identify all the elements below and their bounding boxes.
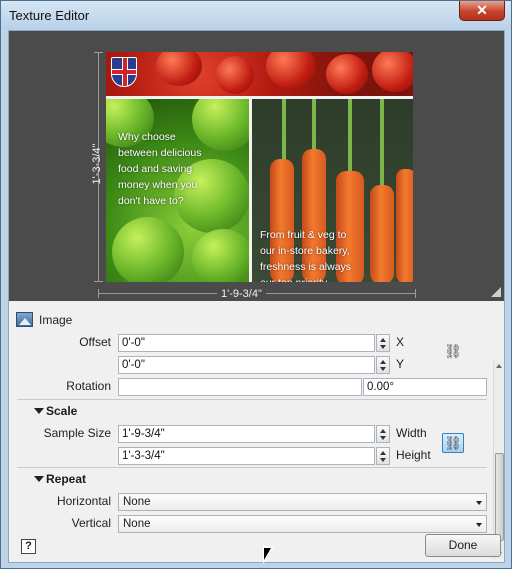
help-button[interactable]: ? bbox=[21, 539, 36, 554]
vertical-label: Vertical bbox=[71, 516, 111, 530]
tomato-strip bbox=[106, 52, 413, 96]
carrots-panel: From fruit & veg to our in-store bakery,… bbox=[252, 99, 413, 282]
done-button[interactable]: Done bbox=[425, 534, 501, 557]
image-section-label: Image bbox=[39, 313, 73, 327]
vertical-repeat-value: None bbox=[123, 518, 151, 530]
offset-x-field[interactable]: 0'-0" bbox=[118, 334, 375, 352]
rotation-angle-field[interactable]: 0.00° bbox=[363, 378, 487, 396]
texture-image: Why choose between delicious food and sa… bbox=[106, 52, 413, 282]
offset-y-field[interactable]: 0'-0" bbox=[118, 356, 375, 374]
sample-width-spinner[interactable] bbox=[376, 425, 390, 443]
scale-section-title: Scale bbox=[46, 404, 78, 418]
properties-scrollbar[interactable] bbox=[493, 361, 504, 559]
apples-panel: Why choose between delicious food and sa… bbox=[106, 99, 249, 282]
scale-collapse-icon[interactable] bbox=[34, 408, 44, 414]
height-label: Height bbox=[396, 448, 431, 462]
texture-text-right: From fruit & veg to our in-store bakery,… bbox=[260, 229, 352, 282]
scroll-up-icon[interactable] bbox=[496, 364, 502, 368]
horizontal-repeat-dropdown[interactable]: None bbox=[118, 493, 487, 511]
width-dimension-label: 1'-9-3/4" bbox=[217, 288, 266, 300]
sample-size-label: Sample Size bbox=[43, 426, 111, 440]
texture-text-left: Why choose between delicious food and sa… bbox=[118, 131, 202, 207]
width-label: Width bbox=[396, 426, 427, 440]
rotation-label: Rotation bbox=[66, 379, 111, 393]
chain-link-icon[interactable]: ⛓ bbox=[442, 342, 464, 362]
close-button[interactable]: ✕ bbox=[459, 1, 505, 21]
resize-grip-icon[interactable] bbox=[491, 287, 501, 297]
title-bar[interactable]: Texture Editor ✕ bbox=[1, 1, 511, 29]
sample-height-spinner[interactable] bbox=[376, 447, 390, 465]
uk-flag-icon bbox=[111, 57, 137, 87]
offset-label: Offset bbox=[79, 335, 111, 349]
sample-width-field[interactable]: 1'-9-3/4" bbox=[118, 425, 375, 443]
vertical-repeat-dropdown[interactable]: None bbox=[118, 515, 487, 533]
chain-link-icon[interactable]: ⛓ bbox=[442, 433, 464, 453]
height-dimension-label: 1'-3-3/4" bbox=[91, 143, 103, 185]
repeat-section-title: Repeat bbox=[46, 472, 87, 486]
texture-preview[interactable]: Why choose between delicious food and sa… bbox=[9, 31, 504, 301]
mouse-cursor-icon bbox=[263, 546, 274, 564]
horizontal-label: Horizontal bbox=[56, 494, 111, 508]
image-icon bbox=[16, 312, 33, 327]
chevron-down-icon bbox=[476, 501, 482, 505]
scroll-thumb[interactable] bbox=[495, 453, 504, 541]
chevron-down-icon bbox=[476, 523, 482, 527]
dialog-body: Why choose between delicious food and sa… bbox=[8, 30, 505, 563]
horizontal-repeat-value: None bbox=[123, 496, 151, 508]
properties-panel: Image Offset 0'-0" X 0'-0" Y ⛓ Rotation … bbox=[9, 304, 504, 534]
offset-x-spinner[interactable] bbox=[376, 334, 390, 352]
texture-editor-window: Texture Editor ✕ Why choose between deli… bbox=[0, 0, 512, 569]
offset-y-spinner[interactable] bbox=[376, 356, 390, 374]
sample-height-field[interactable]: 1'-3-3/4" bbox=[118, 447, 375, 465]
repeat-collapse-icon[interactable] bbox=[34, 476, 44, 482]
rotation-slider-field[interactable] bbox=[118, 378, 362, 396]
x-axis-label: X bbox=[396, 335, 405, 349]
y-axis-label: Y bbox=[396, 357, 405, 371]
window-title: Texture Editor bbox=[9, 8, 90, 23]
